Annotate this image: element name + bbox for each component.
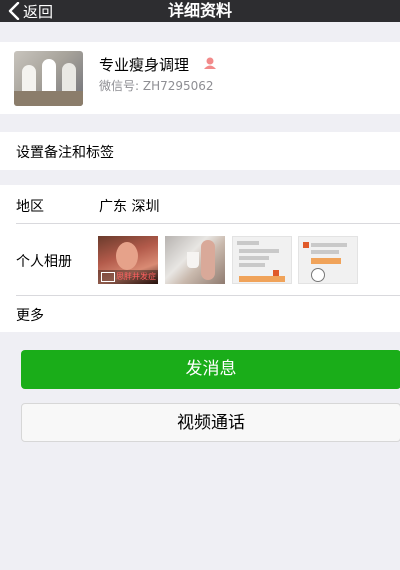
profile-card[interactable]: 专业瘦身调理 微信号: ZH7295062 <box>0 42 400 114</box>
gender-icon <box>204 57 216 69</box>
profile-name: 专业瘦身调理 <box>99 56 190 74</box>
video-icon <box>101 272 115 282</box>
send-message-button[interactable]: 发消息 <box>21 350 400 389</box>
divider <box>16 223 400 224</box>
video-call-button[interactable]: 视频通话 <box>21 403 400 442</box>
more-row[interactable]: 更多 <box>16 305 44 325</box>
page-title: 详细资料 <box>167 1 232 20</box>
info-section: 地区 广东 深圳 个人相册 思胖并发症 更多 <box>0 185 400 332</box>
set-remark-tags-row[interactable]: 设置备注和标签 <box>0 132 400 170</box>
set-remark-tags-label: 设置备注和标签 <box>16 145 114 161</box>
album-label: 个人相册 <box>16 254 72 270</box>
region-label: 地区 <box>16 199 44 215</box>
region-value: 广东 深圳 <box>99 199 160 215</box>
wechat-id: 微信号: ZH7295062 <box>99 79 214 93</box>
album-photo-video[interactable]: 思胖并发症 <box>98 236 158 284</box>
album-photo-chat-screenshot[interactable] <box>298 236 358 284</box>
emoji-icon <box>311 268 325 282</box>
divider <box>16 295 400 296</box>
avatar[interactable] <box>14 51 83 106</box>
album-video-text: 思胖并发症 <box>116 272 156 281</box>
album-photo[interactable] <box>165 236 225 284</box>
navigation-bar: 返回 详细资料 <box>0 0 400 22</box>
album-photo-chat-screenshot[interactable] <box>232 236 292 284</box>
